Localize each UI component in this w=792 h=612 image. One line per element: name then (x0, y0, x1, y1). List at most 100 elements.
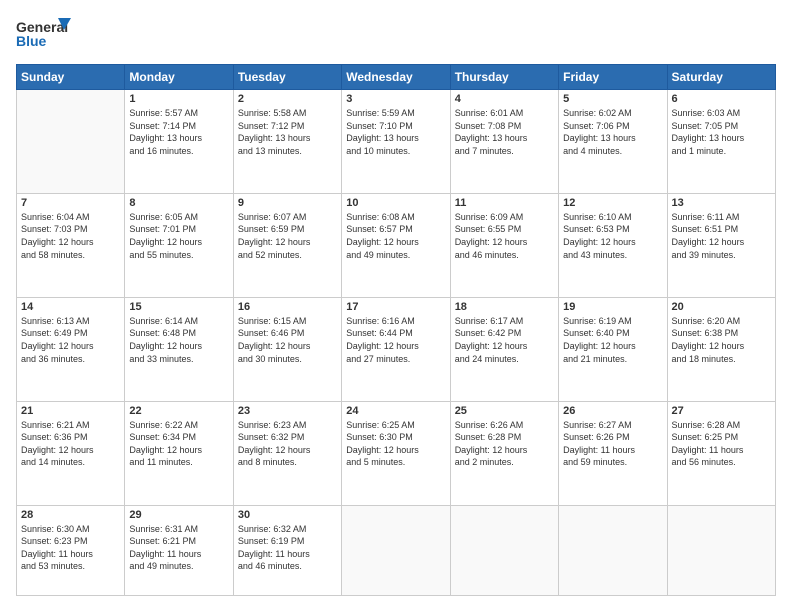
calendar-cell: 14 Sunrise: 6:13 AM Sunset: 6:49 PM Dayli… (17, 297, 125, 401)
day-number: 14 (21, 301, 120, 313)
day-number: 15 (129, 301, 228, 313)
day-number: 5 (563, 93, 662, 105)
day-number: 27 (672, 405, 771, 417)
calendar-cell: 27 Sunrise: 6:28 AM Sunset: 6:25 PM Dayli… (667, 401, 775, 505)
weekday-header-row: SundayMondayTuesdayWednesdayThursdayFrid… (17, 65, 776, 90)
day-info: Sunrise: 6:23 AM Sunset: 6:32 PM Dayligh… (238, 419, 337, 469)
day-info: Sunrise: 6:11 AM Sunset: 6:51 PM Dayligh… (672, 211, 771, 261)
logo: General Blue (16, 16, 76, 54)
day-number: 16 (238, 301, 337, 313)
calendar-cell (450, 505, 558, 595)
day-number: 26 (563, 405, 662, 417)
calendar-cell: 10Sunrise: 6:08 AM Sunset: 6:57 PM Dayli… (342, 193, 450, 297)
calendar-cell: 16 Sunrise: 6:15 AM Sunset: 6:46 PM Dayli… (233, 297, 341, 401)
week-row-2: 7Sunrise: 6:04 AM Sunset: 7:03 PM Daylig… (17, 193, 776, 297)
day-info: Sunrise: 6:02 AM Sunset: 7:06 PM Dayligh… (563, 107, 662, 157)
calendar-cell (559, 505, 667, 595)
calendar-cell: 17 Sunrise: 6:16 AM Sunset: 6:44 PM Dayli… (342, 297, 450, 401)
calendar-cell: 30 Sunrise: 6:32 AM Sunset: 6:19 PM Dayli… (233, 505, 341, 595)
day-number: 19 (563, 301, 662, 313)
day-number: 6 (672, 93, 771, 105)
calendar-cell (667, 505, 775, 595)
day-number: 21 (21, 405, 120, 417)
day-info: Sunrise: 6:25 AM Sunset: 6:30 PM Dayligh… (346, 419, 445, 469)
day-info: Sunrise: 6:31 AM Sunset: 6:21 PM Dayligh… (129, 523, 228, 573)
day-number: 28 (21, 509, 120, 521)
day-number: 29 (129, 509, 228, 521)
calendar-cell: 25 Sunrise: 6:26 AM Sunset: 6:28 PM Dayli… (450, 401, 558, 505)
day-info: Sunrise: 6:26 AM Sunset: 6:28 PM Dayligh… (455, 419, 554, 469)
day-info: Sunrise: 6:28 AM Sunset: 6:25 PM Dayligh… (672, 419, 771, 469)
day-info: Sunrise: 6:27 AM Sunset: 6:26 PM Dayligh… (563, 419, 662, 469)
calendar-cell: 2Sunrise: 5:58 AM Sunset: 7:12 PM Daylig… (233, 90, 341, 194)
calendar-table: SundayMondayTuesdayWednesdayThursdayFrid… (16, 64, 776, 596)
day-info: Sunrise: 5:57 AM Sunset: 7:14 PM Dayligh… (129, 107, 228, 157)
day-number: 25 (455, 405, 554, 417)
calendar-cell: 19 Sunrise: 6:19 AM Sunset: 6:40 PM Dayli… (559, 297, 667, 401)
calendar-cell: 9Sunrise: 6:07 AM Sunset: 6:59 PM Daylig… (233, 193, 341, 297)
calendar-cell: 22 Sunrise: 6:22 AM Sunset: 6:34 PM Dayli… (125, 401, 233, 505)
day-number: 23 (238, 405, 337, 417)
day-info: Sunrise: 6:14 AM Sunset: 6:48 PM Dayligh… (129, 315, 228, 365)
day-info: Sunrise: 6:01 AM Sunset: 7:08 PM Dayligh… (455, 107, 554, 157)
calendar-cell: 24 Sunrise: 6:25 AM Sunset: 6:30 PM Dayli… (342, 401, 450, 505)
day-info: Sunrise: 6:15 AM Sunset: 6:46 PM Dayligh… (238, 315, 337, 365)
calendar-cell: 3 Sunrise: 5:59 AM Sunset: 7:10 PM Daylig… (342, 90, 450, 194)
calendar-cell: 18 Sunrise: 6:17 AM Sunset: 6:42 PM Dayli… (450, 297, 558, 401)
logo-svg: General Blue (16, 16, 76, 54)
day-info: Sunrise: 6:16 AM Sunset: 6:44 PM Dayligh… (346, 315, 445, 365)
calendar-cell: 28 Sunrise: 6:30 AM Sunset: 6:23 PM Dayli… (17, 505, 125, 595)
day-number: 17 (346, 301, 445, 313)
calendar-cell: 20Sunrise: 6:20 AM Sunset: 6:38 PM Dayli… (667, 297, 775, 401)
weekday-header-friday: Friday (559, 65, 667, 90)
day-number: 3 (346, 93, 445, 105)
day-info: Sunrise: 6:13 AM Sunset: 6:49 PM Dayligh… (21, 315, 120, 365)
calendar-cell: 21 Sunrise: 6:21 AM Sunset: 6:36 PM Dayli… (17, 401, 125, 505)
calendar-cell: 7Sunrise: 6:04 AM Sunset: 7:03 PM Daylig… (17, 193, 125, 297)
day-info: Sunrise: 5:58 AM Sunset: 7:12 PM Dayligh… (238, 107, 337, 157)
calendar-cell: 26 Sunrise: 6:27 AM Sunset: 6:26 PM Dayli… (559, 401, 667, 505)
calendar-cell: 15 Sunrise: 6:14 AM Sunset: 6:48 PM Dayli… (125, 297, 233, 401)
day-info: Sunrise: 6:21 AM Sunset: 6:36 PM Dayligh… (21, 419, 120, 469)
day-number: 8 (129, 197, 228, 209)
week-row-5: 28 Sunrise: 6:30 AM Sunset: 6:23 PM Dayli… (17, 505, 776, 595)
day-number: 1 (129, 93, 228, 105)
week-row-1: 1 Sunrise: 5:57 AM Sunset: 7:14 PM Daylig… (17, 90, 776, 194)
svg-text:Blue: Blue (16, 33, 47, 49)
day-number: 22 (129, 405, 228, 417)
day-number: 30 (238, 509, 337, 521)
calendar-cell: 6 Sunrise: 6:03 AM Sunset: 7:05 PM Daylig… (667, 90, 775, 194)
day-info: Sunrise: 6:22 AM Sunset: 6:34 PM Dayligh… (129, 419, 228, 469)
day-info: Sunrise: 6:17 AM Sunset: 6:42 PM Dayligh… (455, 315, 554, 365)
calendar-cell: 23 Sunrise: 6:23 AM Sunset: 6:32 PM Dayli… (233, 401, 341, 505)
day-number: 18 (455, 301, 554, 313)
day-info: Sunrise: 6:30 AM Sunset: 6:23 PM Dayligh… (21, 523, 120, 573)
calendar-cell: 11 Sunrise: 6:09 AM Sunset: 6:55 PM Dayli… (450, 193, 558, 297)
calendar-cell: 4 Sunrise: 6:01 AM Sunset: 7:08 PM Daylig… (450, 90, 558, 194)
day-number: 12 (563, 197, 662, 209)
day-number: 4 (455, 93, 554, 105)
day-info: Sunrise: 6:09 AM Sunset: 6:55 PM Dayligh… (455, 211, 554, 261)
header: General Blue (16, 16, 776, 54)
weekday-header-sunday: Sunday (17, 65, 125, 90)
day-info: Sunrise: 6:20 AM Sunset: 6:38 PM Dayligh… (672, 315, 771, 365)
calendar-cell: 12 Sunrise: 6:10 AM Sunset: 6:53 PM Dayli… (559, 193, 667, 297)
weekday-header-wednesday: Wednesday (342, 65, 450, 90)
calendar-cell (342, 505, 450, 595)
week-row-3: 14 Sunrise: 6:13 AM Sunset: 6:49 PM Dayli… (17, 297, 776, 401)
day-info: Sunrise: 6:32 AM Sunset: 6:19 PM Dayligh… (238, 523, 337, 573)
day-number: 10 (346, 197, 445, 209)
day-info: Sunrise: 5:59 AM Sunset: 7:10 PM Dayligh… (346, 107, 445, 157)
day-info: Sunrise: 6:03 AM Sunset: 7:05 PM Dayligh… (672, 107, 771, 157)
calendar-cell: 5 Sunrise: 6:02 AM Sunset: 7:06 PM Daylig… (559, 90, 667, 194)
day-info: Sunrise: 6:19 AM Sunset: 6:40 PM Dayligh… (563, 315, 662, 365)
day-info: Sunrise: 6:05 AM Sunset: 7:01 PM Dayligh… (129, 211, 228, 261)
day-number: 11 (455, 197, 554, 209)
weekday-header-thursday: Thursday (450, 65, 558, 90)
weekday-header-saturday: Saturday (667, 65, 775, 90)
day-number: 24 (346, 405, 445, 417)
calendar-cell: 13Sunrise: 6:11 AM Sunset: 6:51 PM Dayli… (667, 193, 775, 297)
page: General Blue SundayMondayTuesdayWednesda… (0, 0, 792, 612)
weekday-header-monday: Monday (125, 65, 233, 90)
day-info: Sunrise: 6:10 AM Sunset: 6:53 PM Dayligh… (563, 211, 662, 261)
